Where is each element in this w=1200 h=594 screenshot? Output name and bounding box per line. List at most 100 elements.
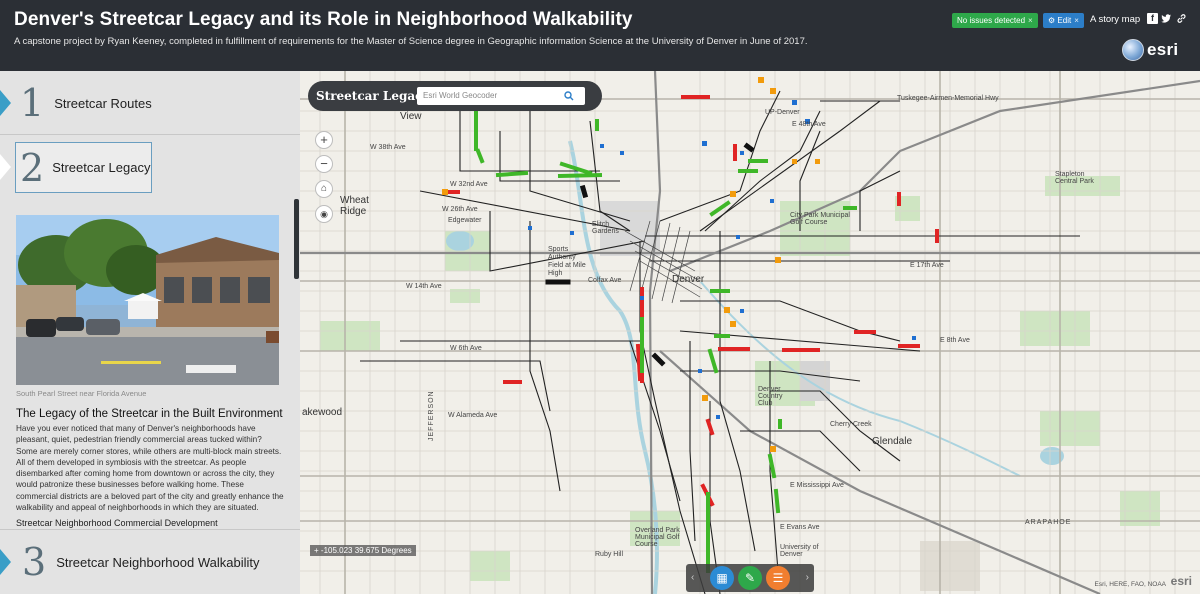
map-label-alameda: W Alameda Ave — [448, 412, 498, 419]
grid-icon: ▦ — [716, 571, 728, 585]
section-title: The Legacy of the Streetcar in the Built… — [16, 408, 283, 420]
story-map-label: A story map — [1090, 14, 1141, 25]
entry-label: Streetcar Routes — [54, 95, 152, 111]
basemap — [300, 71, 1200, 594]
map-label-view: View — [400, 111, 422, 122]
page-subtitle: A capstone project by Ryan Keeney, compl… — [14, 36, 808, 47]
twitter-icon[interactable] — [1161, 13, 1172, 24]
chevron-left-icon[interactable]: ‹ — [691, 572, 694, 583]
map-label-tuskegee: Tuskegee-Airmen-Memorial Hwy — [897, 95, 999, 102]
geocoder-search-input[interactable]: Esri World Geocoder — [417, 87, 585, 105]
coordinate-readout: + -105.023 39.675 Degrees — [310, 545, 416, 556]
globe-icon — [1122, 39, 1144, 61]
map-label-w26: W 26th Ave — [442, 206, 478, 213]
gear-icon: ⚙ — [1048, 16, 1058, 25]
chevron-right-icon[interactable]: › — [806, 572, 809, 583]
urban-area — [800, 361, 830, 401]
link-icon[interactable] — [1176, 13, 1187, 24]
map-label-elitch: Elitch Gardens — [592, 221, 619, 235]
map-label-mississippi: E Mississippi Ave — [790, 482, 844, 489]
map-label-w38: W 38th Ave — [370, 144, 406, 151]
map-label-w14: W 14th Ave — [406, 283, 442, 290]
map-label-overland: Overland Park Municipal Golf Course — [635, 527, 680, 548]
map-title: Streetcar Legacy — [316, 89, 430, 103]
zoom-in-button[interactable]: + — [315, 131, 333, 149]
point-markers — [442, 77, 916, 452]
map-label-jefferson: JEFFERSON — [428, 390, 435, 441]
pencil-icon: ✎ — [744, 571, 756, 585]
entry-marker-icon — [0, 549, 11, 575]
entry-number: 3 — [22, 540, 47, 584]
map-esri-logo[interactable]: esri — [1171, 574, 1192, 588]
map-label-glendale: Glendale — [872, 436, 913, 447]
map-label-w32: W 32nd Ave — [450, 181, 488, 188]
entry-marker-icon — [0, 90, 11, 116]
active-entry-marker-icon — [0, 154, 11, 180]
map-label-sports-authority: Sports Authority Field at Mile High — [548, 246, 586, 277]
entry-number: 2 — [20, 145, 45, 190]
divider — [0, 529, 300, 530]
park-area — [470, 551, 510, 581]
park-area — [1020, 311, 1090, 346]
list-button[interactable]: ☰ — [766, 566, 790, 590]
map-label-e8: E 8th Ave — [940, 337, 970, 344]
map-label-ruby-hill: Ruby Hill — [595, 551, 624, 558]
map-label-e17: E 17th Ave — [910, 262, 944, 269]
entry-label: Streetcar Neighborhood Walkability — [56, 554, 260, 570]
map-label-cherry-creek: Cherry Creek — [830, 421, 872, 428]
section-subheading: Streetcar Neighborhood Commercial Develo… — [16, 518, 218, 528]
map-label-university: University of Denver — [780, 544, 819, 558]
map-label-denver-cc: Denver Country Club — [758, 386, 783, 407]
plus-icon: + — [314, 546, 321, 555]
status-badge-label: No issues detected — [957, 16, 1026, 25]
coordinate-text: -105.023 39.675 Degrees — [320, 546, 412, 555]
map-label-stapleton: Stapleton Central Park — [1055, 171, 1094, 185]
map-attribution[interactable]: Esri, HERE, FAO, NOAA — [1094, 581, 1166, 588]
entry-number: 1 — [20, 81, 45, 125]
map-label-lakewood: akewood — [302, 407, 343, 418]
home-icon: ⌂ — [320, 183, 328, 194]
map-label-denver: Denver — [672, 274, 705, 285]
search-icon[interactable] — [564, 87, 585, 105]
facebook-icon[interactable]: f — [1147, 13, 1158, 24]
divider — [0, 134, 300, 135]
close-icon[interactable]: × — [1028, 16, 1033, 25]
list-icon: ☰ — [772, 571, 784, 585]
entry-streetcar-walkability[interactable]: 3 Streetcar Neighborhood Walkability — [0, 540, 300, 584]
creek — [699, 280, 1021, 477]
map-label-colfax: Colfax Ave — [588, 277, 622, 284]
status-badge[interactable]: No issues detected × — [952, 13, 1038, 28]
map-label-e48: E 48th Ave — [792, 121, 826, 128]
locate-button[interactable]: ◉ — [315, 205, 333, 223]
esri-wordmark: esri — [1147, 40, 1179, 59]
park-area — [1040, 411, 1100, 446]
story-sidebar: 1 Streetcar Routes 2 Streetcar Legacy So… — [0, 71, 300, 594]
map-label-up-denver: UP-Denver — [765, 109, 800, 116]
entry-label: Streetcar Legacy — [52, 160, 151, 175]
sidebar-scrollbar[interactable] — [294, 199, 299, 279]
map-view[interactable]: Denver Wheat Ridge Glendale akewood View… — [300, 71, 1200, 594]
photo-caption: South Pearl Street near Florida Avenue — [16, 389, 147, 398]
edit-button[interactable]: ⚙ Edit × — [1043, 13, 1084, 28]
map-toolbar: ‹ ▦ ✎ ☰ › — [686, 564, 814, 592]
edit-map-button[interactable]: ✎ — [738, 566, 762, 590]
map-label-evans: E Evans Ave — [780, 524, 820, 531]
grid-button[interactable]: ▦ — [710, 566, 734, 590]
zoom-out-button[interactable]: − — [315, 155, 333, 173]
locate-icon: ◉ — [320, 209, 328, 219]
search-bar: Streetcar Legacy Esri World Geocoder — [308, 81, 602, 111]
home-button[interactable]: ⌂ — [315, 180, 333, 198]
map-label-city-park: City Park Municipal Golf Course — [790, 212, 850, 226]
section-body: Have you ever noticed that many of Denve… — [16, 424, 284, 513]
entry-streetcar-routes[interactable]: 1 Streetcar Routes — [0, 81, 300, 125]
streetcar-routes — [360, 90, 1080, 594]
header-bar: Denver's Streetcar Legacy and its Role i… — [0, 0, 1200, 71]
close-icon[interactable]: × — [1074, 16, 1079, 25]
page-title: Denver's Streetcar Legacy and its Role i… — [14, 9, 633, 30]
esri-logo[interactable]: esri — [1122, 39, 1178, 61]
entry-streetcar-legacy[interactable]: 2 Streetcar Legacy — [15, 142, 152, 193]
map-label-wheat-ridge: Wheat Ridge — [340, 195, 369, 217]
map-label-edgewater: Edgewater — [448, 217, 482, 224]
edit-button-label: Edit — [1057, 16, 1072, 25]
south-pearl-street-photo — [16, 215, 279, 385]
